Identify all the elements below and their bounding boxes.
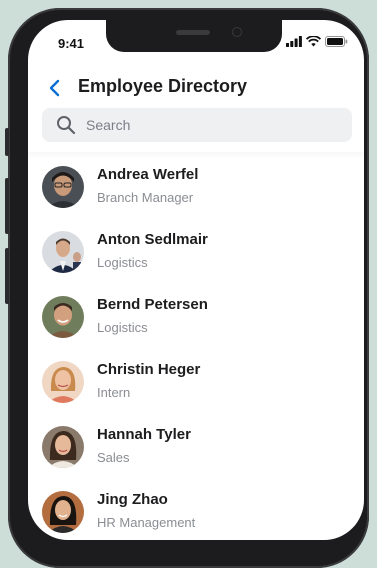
list-item[interactable]: Andrea Werfel Branch Manager <box>28 166 364 231</box>
employee-name: Hannah Tyler <box>97 426 191 443</box>
employee-role: Logistics <box>97 255 148 270</box>
signal-icon <box>286 36 302 47</box>
volume-down-button <box>5 248 9 304</box>
wifi-icon <box>306 36 321 47</box>
avatar <box>42 361 84 403</box>
employee-role: Logistics <box>97 320 148 335</box>
avatar <box>42 166 84 208</box>
list-item[interactable]: Jing Zhao HR Management <box>28 491 364 540</box>
avatar <box>42 491 84 533</box>
volume-up-button <box>5 178 9 234</box>
list-item[interactable]: Christin Heger Intern <box>28 361 364 426</box>
speaker-grille <box>176 30 210 35</box>
employee-name: Andrea Werfel <box>97 166 199 183</box>
mute-switch <box>5 128 9 156</box>
employee-name: Anton Sedlmair <box>97 231 208 248</box>
phone-screen: 9:41 Employee Directory Search Andrea We… <box>28 20 364 540</box>
list-item[interactable]: Bernd Petersen Logistics <box>28 296 364 361</box>
search-icon <box>57 116 76 135</box>
employee-role: Sales <box>97 450 130 465</box>
list-item[interactable]: Anton Sedlmair Logistics <box>28 231 364 296</box>
page-title: Employee Directory <box>78 76 248 96</box>
app-header: Employee Directory Search <box>28 68 364 152</box>
front-camera <box>232 27 242 37</box>
employee-name: Bernd Petersen <box>97 296 208 313</box>
search-input[interactable]: Search <box>42 108 352 142</box>
employee-name: Jing Zhao <box>97 491 168 508</box>
search-placeholder: Search <box>86 117 131 133</box>
list-item[interactable]: Hannah Tyler Sales <box>28 426 364 491</box>
avatar <box>42 231 84 273</box>
notch <box>106 20 282 52</box>
status-icons <box>286 36 348 47</box>
battery-icon <box>325 36 348 47</box>
employee-role: Branch Manager <box>97 190 194 205</box>
back-button[interactable] <box>44 74 64 102</box>
status-time: 9:41 <box>58 36 85 51</box>
chevron-left-icon <box>49 79 59 97</box>
avatar <box>42 426 84 468</box>
avatar <box>42 296 84 338</box>
employee-name: Christin Heger <box>97 361 201 378</box>
employee-role: Intern <box>97 385 131 400</box>
